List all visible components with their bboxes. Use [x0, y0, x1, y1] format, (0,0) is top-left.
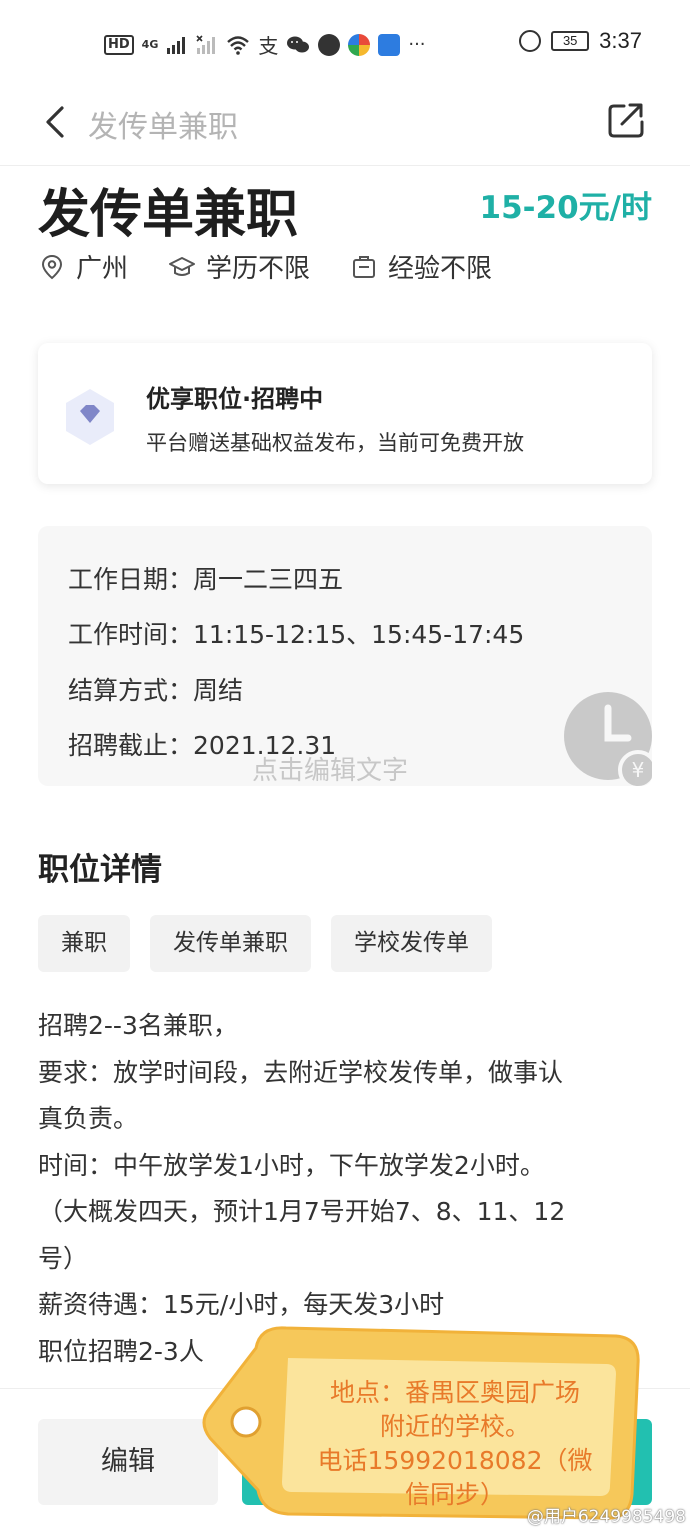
- education-text: 学历不限: [206, 254, 311, 284]
- clock-time: 3:37: [599, 28, 642, 53]
- app-notification-icon: [348, 33, 371, 56]
- description-line: 号）: [38, 1243, 89, 1273]
- battery-icon: 35: [551, 31, 590, 51]
- hd-indicator: HD: [104, 34, 134, 55]
- tag-list: 兼职 发传单兼职 学校发传单: [38, 915, 492, 972]
- sticker-line: 电话15992018082（微: [317, 1446, 593, 1475]
- sticker-text: 地点：番禺区奥园广场 附近的学校。 电话15992018082（微 信同步）: [290, 1376, 620, 1512]
- description-line: 时间：中午放学发1小时，下午放学发2小时。: [38, 1150, 545, 1180]
- weibo-watermark: @用户6249985498: [526, 1507, 686, 1527]
- description-line: 招聘2--3名兼职，: [38, 1011, 238, 1040]
- job-meta: 广州 学历不限 经验不限: [38, 248, 532, 285]
- nav-bar: 发传单兼职: [0, 88, 690, 166]
- more-notifications-icon: ···: [408, 34, 426, 55]
- promo-description: 平台赠送基础权益发布，当前可免费开放: [146, 431, 524, 455]
- section-title-job-details: 职位详情: [38, 852, 162, 888]
- sticker-line: 地点：番禺区奥园广场: [329, 1378, 580, 1407]
- network-4g-indicator: 4G: [141, 38, 159, 51]
- info-row-settlement: 结算方式：周结: [68, 671, 243, 707]
- info-row-work-days: 工作日期：周一二三四五: [68, 560, 343, 596]
- clock-salary-icon: ¥: [564, 692, 652, 786]
- job-title: 发传单兼职: [38, 185, 299, 245]
- share-icon[interactable]: [606, 100, 646, 140]
- nav-title: 发传单兼职: [88, 110, 238, 145]
- location: 广州: [38, 248, 128, 285]
- signal-no-service-icon: [196, 34, 216, 54]
- info-label: 招聘截止：: [68, 731, 194, 760]
- wechat-icon: [287, 36, 310, 52]
- job-info-box: 工作日期：周一二三四五 工作时间：11:15-12:15、15:45-17:45…: [38, 526, 652, 786]
- tag: 兼职: [38, 915, 130, 972]
- tag: 学校发传单: [331, 915, 492, 972]
- info-row-work-time: 工作时间：11:15-12:15、15:45-17:45: [68, 615, 524, 651]
- zhaopin-app-icon: [378, 33, 401, 56]
- location-pin-icon: [41, 254, 63, 279]
- signal-icon: [167, 36, 186, 54]
- description-line: （大概发四天，预计1月7号开始7、8、11、12: [38, 1197, 566, 1226]
- status-bar: HD 4G 支 ··· 35 3:37: [0, 0, 690, 88]
- alipay-icon: 支: [258, 34, 279, 58]
- education: 学历不限: [168, 248, 310, 285]
- location-text: 广州: [76, 254, 129, 284]
- salary: 15-20元/时: [479, 190, 652, 226]
- status-icons-left: HD 4G 支 ···: [104, 30, 426, 59]
- tag: 发传单兼职: [150, 915, 311, 972]
- sticker-line: 附近的学校。: [379, 1412, 530, 1441]
- description-line: 要求：放学时间段，去附近学校发传单，做事认: [38, 1057, 564, 1087]
- svg-text:¥: ¥: [632, 758, 645, 782]
- back-arrow-icon[interactable]: [38, 104, 74, 140]
- info-label: 结算方式：: [68, 676, 194, 705]
- promo-title: 优享职位·招聘中: [146, 385, 324, 413]
- info-label: 工作时间：: [68, 620, 194, 649]
- status-icons-right: 35 3:37: [519, 28, 642, 54]
- edit-text-hint[interactable]: 点击编辑文字: [252, 750, 408, 786]
- alarm-icon: [519, 30, 542, 52]
- description-line: 真负责。: [38, 1104, 139, 1133]
- experience: 经验不限: [350, 248, 492, 285]
- diamond-badge-icon: [66, 389, 114, 445]
- info-value: 周结: [193, 676, 244, 705]
- edit-button[interactable]: 编辑: [38, 1419, 218, 1505]
- briefcase-icon: [353, 255, 376, 278]
- app-notification-icon: [318, 33, 341, 56]
- experience-text: 经验不限: [388, 254, 493, 284]
- promo-card[interactable]: 优享职位·招聘中 平台赠送基础权益发布，当前可免费开放: [38, 343, 652, 484]
- info-value: 周一二三四五: [193, 565, 344, 594]
- wifi-icon: [227, 35, 250, 55]
- info-label: 工作日期：: [68, 565, 194, 594]
- graduation-cap-icon: [169, 256, 196, 276]
- info-value: 11:15-12:15、15:45-17:45: [193, 620, 525, 649]
